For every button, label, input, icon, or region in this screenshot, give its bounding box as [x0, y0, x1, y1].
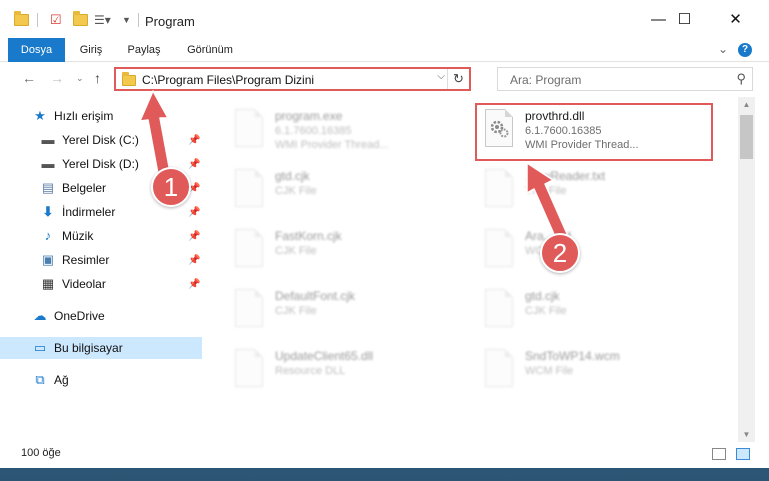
recent-locations-icon[interactable]: ⌄ [76, 73, 84, 84]
navigation-bar: ← → ⌄ ↑ C:\Program Files\Program Dizini … [0, 62, 769, 97]
sidebar-item-quick-access[interactable]: ★ Hızlı erişim [0, 105, 202, 127]
window-title: Program [145, 14, 195, 29]
navigation-pane: ★ Hızlı erişim ▬ Yerel Disk (C:) 📌 ▬ Yer… [0, 97, 205, 432]
vertical-scrollbar[interactable]: ▲ ▼ [738, 97, 755, 442]
address-bar[interactable]: C:\Program Files\Program Dizini ⌵ ↻ [114, 67, 471, 91]
sidebar-item-pictures[interactable]: ▣ Resimler 📌 [0, 249, 202, 271]
documents-icon: ▤ [41, 180, 55, 195]
star-icon: ★ [34, 108, 46, 123]
file-item[interactable]: UpdateClient65.dll Resource DLL [205, 341, 445, 393]
search-icon[interactable]: ⚲ [736, 71, 746, 87]
file-icon [481, 289, 515, 329]
drive-icon: ▬ [41, 132, 55, 147]
properties-icon[interactable]: ☑ [50, 11, 62, 29]
executable-icon [231, 109, 265, 149]
expand-ribbon-icon[interactable]: ⌄ [718, 42, 728, 56]
scroll-down-icon[interactable]: ▼ [738, 430, 755, 439]
pin-icon[interactable]: 📌 [188, 279, 200, 290]
back-button[interactable]: ← [22, 70, 36, 86]
scroll-thumb[interactable] [740, 115, 753, 159]
new-folder-icon[interactable] [73, 11, 88, 29]
large-icons-view-icon[interactable] [736, 448, 750, 460]
file-item[interactable]: ...ftwReader.txt TXT File [455, 161, 695, 213]
cloud-icon: ☁ [33, 308, 47, 323]
tab-home[interactable]: Giriş [68, 38, 114, 62]
file-icon [231, 289, 265, 329]
drive-icon: ▬ [41, 156, 55, 171]
sidebar-item-this-pc[interactable]: ▭ Bu bilgisayar [0, 337, 202, 359]
file-item[interactable]: gtd.cjk CJK File [205, 161, 445, 213]
file-item[interactable]: FastKorn.cjk CJK File [205, 221, 445, 273]
pictures-icon: ▣ [41, 252, 55, 267]
folder-icon [122, 72, 136, 86]
music-icon: ♪ [44, 228, 52, 243]
dll-gear-icon [231, 349, 265, 389]
file-icon [481, 349, 515, 389]
pin-icon[interactable]: 📌 [188, 255, 200, 266]
explorer-window: ☑ ☰▾ ▼ Program — ☐ ✕ Dosya Giriş Paylaş … [0, 0, 769, 468]
highlight-box-file [475, 103, 713, 161]
download-icon: ⬇ [42, 204, 54, 219]
title-bar: ☑ ☰▾ ▼ Program — ☐ ✕ [0, 0, 769, 38]
up-button[interactable]: ↑ [94, 70, 101, 86]
forward-button[interactable]: → [50, 70, 64, 86]
status-bar: 100 öğe [0, 442, 769, 468]
file-list: program.exe 6.1.7600.16385 WMI Provider … [205, 97, 738, 432]
tab-share[interactable]: Paylaş [118, 38, 170, 62]
refresh-icon[interactable]: ↻ [447, 69, 469, 89]
pin-icon[interactable]: 📌 [188, 231, 200, 242]
quick-access-folder-icon[interactable] [14, 11, 29, 29]
search-input[interactable]: Ara: Program [510, 73, 581, 87]
file-icon [231, 229, 265, 269]
file-item[interactable]: SndToWP14.wcm WCM File [455, 341, 695, 393]
pin-icon[interactable]: 📌 [188, 159, 200, 170]
help-icon[interactable]: ? [738, 43, 752, 57]
sidebar-item-music[interactable]: ♪ Müzik 📌 [0, 225, 202, 247]
close-button[interactable]: ✕ [713, 0, 758, 38]
network-icon: ⧉ [35, 372, 45, 387]
pin-icon[interactable]: 📌 [188, 135, 200, 146]
tab-view[interactable]: Görünüm [178, 38, 242, 62]
file-item[interactable]: DefaultFont.cjk CJK File [205, 281, 445, 333]
sidebar-item-network[interactable]: ⧉ Ağ [0, 369, 202, 391]
customize-toolbar-icon[interactable]: ☰▾ [94, 11, 111, 29]
address-dropdown-icon[interactable]: ⌵ [437, 71, 445, 82]
sidebar-item-videos[interactable]: ▦ Videolar 📌 [0, 273, 202, 295]
file-icon [481, 169, 515, 209]
callout-badge-2: 2 [540, 233, 580, 273]
quick-access-dropdown-icon[interactable]: ▼ [122, 11, 131, 29]
computer-icon: ▭ [33, 340, 47, 355]
sidebar-item-local-disk-c[interactable]: ▬ Yerel Disk (C:) 📌 [0, 129, 202, 151]
address-path[interactable]: C:\Program Files\Program Dizini [142, 73, 314, 87]
file-icon [231, 169, 265, 209]
scroll-up-icon[interactable]: ▲ [738, 100, 755, 109]
maximize-button[interactable]: ☐ [662, 0, 707, 38]
file-icon [481, 229, 515, 269]
item-count: 100 öğe [21, 447, 61, 459]
pin-icon[interactable]: 📌 [188, 207, 200, 218]
video-icon: ▦ [41, 276, 55, 291]
ribbon-tabs: Dosya Giriş Paylaş Görünüm ⌄ ? [0, 38, 769, 90]
file-item[interactable]: program.exe 6.1.7600.16385 WMI Provider … [205, 101, 445, 153]
search-box[interactable]: Ara: Program ⚲ [497, 67, 753, 91]
sidebar-item-onedrive[interactable]: ☁ OneDrive [0, 305, 202, 327]
details-view-icon[interactable] [712, 448, 726, 460]
file-item[interactable]: gtd.cjk CJK File [455, 281, 695, 333]
callout-badge-1: 1 [151, 167, 191, 207]
